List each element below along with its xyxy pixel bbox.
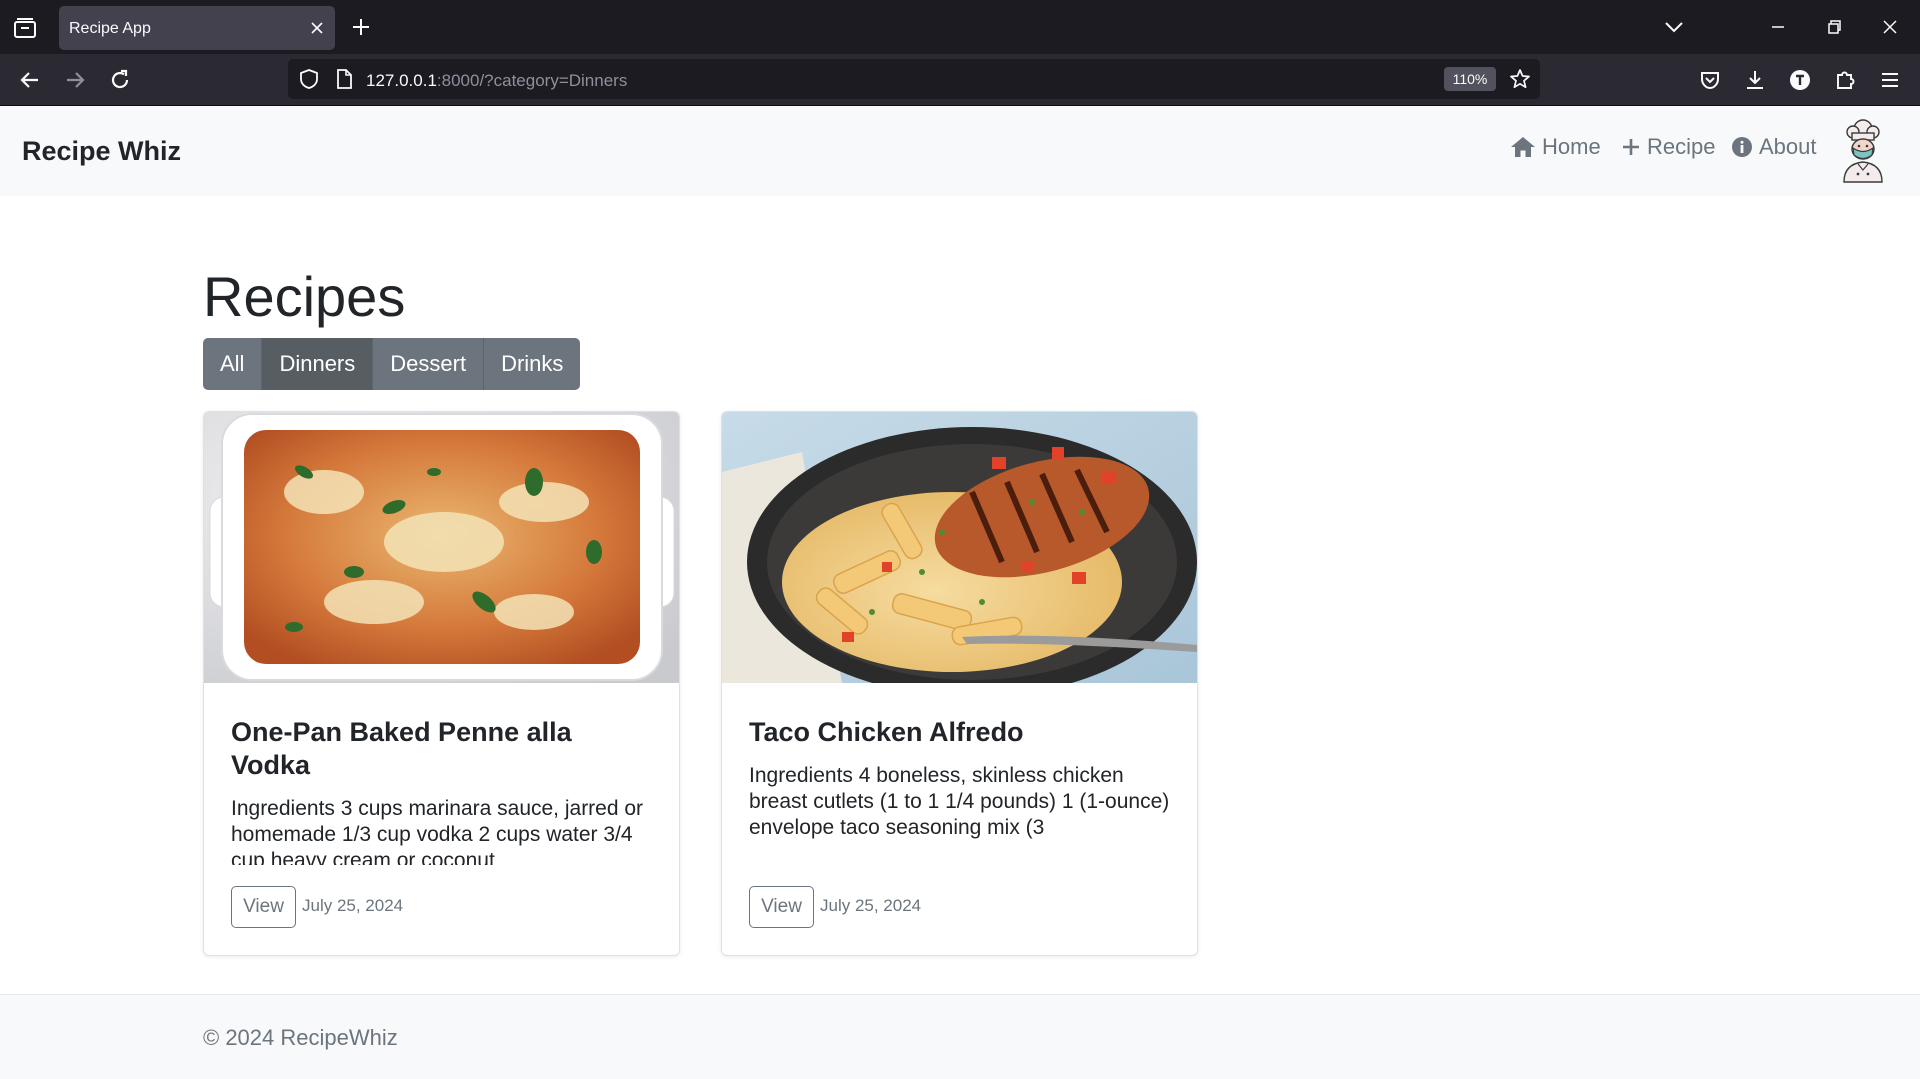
url-host: 127.0.0.1 bbox=[366, 71, 437, 90]
penne-bake-image[interactable] bbox=[204, 412, 679, 683]
nav-recipe-link[interactable]: Recipe bbox=[1621, 132, 1715, 162]
nav-about-label: About bbox=[1759, 134, 1817, 159]
filter-dessert-button[interactable]: Dessert bbox=[373, 338, 485, 390]
recipe-card-title[interactable]: Taco Chicken Alfredo bbox=[749, 716, 1169, 749]
site-brand[interactable]: Recipe Whiz bbox=[22, 136, 181, 167]
recipe-card-title[interactable]: One-Pan Baked Penne alla Vodka bbox=[231, 716, 651, 782]
page-icon[interactable] bbox=[334, 68, 354, 90]
minimize-icon[interactable] bbox=[1766, 15, 1790, 39]
address-bar[interactable]: 127.0.0.1:8000/?category=Dinners 110% bbox=[288, 59, 1540, 99]
browser-toolbar: 127.0.0.1:8000/?category=Dinners 110% bbox=[0, 54, 1920, 106]
footer-copyright: © 2024 RecipeWhiz bbox=[203, 1025, 398, 1050]
filter-drinks-button[interactable]: Drinks bbox=[484, 338, 581, 390]
forward-arrow-icon[interactable] bbox=[62, 67, 88, 93]
pocket-icon[interactable] bbox=[1697, 67, 1723, 93]
nav-home-label: Home bbox=[1542, 134, 1601, 159]
recipe-card: One-Pan Baked Penne alla Vodka Ingredien… bbox=[203, 411, 680, 956]
browser-tab[interactable]: Recipe App bbox=[59, 6, 335, 50]
close-tab-icon[interactable] bbox=[309, 20, 325, 36]
extensions-icon[interactable] bbox=[1832, 67, 1858, 93]
chef-avatar[interactable] bbox=[1834, 118, 1892, 184]
zoom-level[interactable]: 110% bbox=[1444, 67, 1496, 91]
plus-icon bbox=[1623, 139, 1639, 155]
tab-title: Recipe App bbox=[69, 20, 151, 37]
new-tab-icon[interactable] bbox=[351, 17, 371, 37]
filter-dinners-button[interactable]: Dinners bbox=[262, 338, 374, 390]
page-title: Recipes bbox=[203, 265, 406, 328]
filter-all-button[interactable]: All bbox=[203, 338, 263, 390]
site-footer: © 2024 RecipeWhiz bbox=[0, 994, 1920, 1079]
url-path: :8000/?category=Dinners bbox=[436, 71, 628, 90]
restore-icon[interactable] bbox=[1822, 15, 1846, 39]
recipe-card-excerpt: Ingredients 4 boneless, skinless chicken… bbox=[749, 764, 1170, 839]
download-icon[interactable] bbox=[1742, 67, 1768, 93]
recipe-date: July 25, 2024 bbox=[820, 896, 922, 915]
close-window-icon[interactable] bbox=[1878, 15, 1902, 39]
tab-list-icon[interactable] bbox=[12, 16, 38, 40]
recipe-card: Taco Chicken Alfredo Ingredients 4 bonel… bbox=[721, 411, 1198, 956]
recipe-date: July 25, 2024 bbox=[302, 896, 404, 915]
house-icon bbox=[1511, 137, 1535, 157]
account-icon[interactable] bbox=[1787, 67, 1813, 93]
reload-icon[interactable] bbox=[107, 67, 133, 93]
browser-tab-bar: Recipe App bbox=[0, 0, 1920, 54]
view-recipe-button[interactable]: View bbox=[749, 886, 814, 928]
menu-icon[interactable] bbox=[1877, 67, 1903, 93]
nav-about-link[interactable]: About bbox=[1731, 132, 1817, 162]
recipe-card-excerpt: Ingredients 3 cups marinara sauce, jarre… bbox=[231, 797, 644, 865]
view-recipe-button[interactable]: View bbox=[231, 886, 296, 928]
nav-recipe-label: Recipe bbox=[1647, 134, 1716, 159]
chevron-down-icon[interactable] bbox=[1662, 18, 1686, 36]
nav-home-link[interactable]: Home bbox=[1510, 132, 1601, 162]
taco-chicken-alfredo-image[interactable] bbox=[722, 412, 1197, 683]
info-circle-icon bbox=[1732, 137, 1752, 157]
back-arrow-icon[interactable] bbox=[17, 67, 43, 93]
star-icon[interactable] bbox=[1509, 68, 1531, 90]
url-text[interactable]: 127.0.0.1:8000/?category=Dinners bbox=[366, 71, 627, 91]
page-content: Recipe Whiz Home Recipe About Recipes Al… bbox=[0, 106, 1920, 1079]
site-header: Recipe Whiz Home Recipe About bbox=[0, 106, 1920, 196]
category-filter-group: All Dinners Dessert Drinks bbox=[203, 338, 581, 390]
shield-icon[interactable] bbox=[298, 68, 320, 90]
